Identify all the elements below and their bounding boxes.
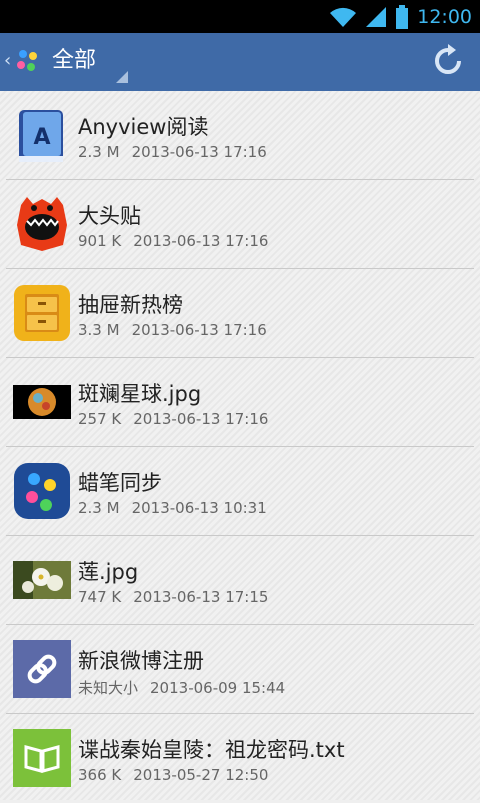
file-meta: 366 K 2013-05-27 12:50 [78, 766, 268, 784]
battery-icon [396, 4, 409, 29]
file-meta: 未知大小 2013-06-09 15:44 [78, 677, 285, 698]
list-item[interactable]: 谍战秦始皇陵：祖龙密码.txt 366 K 2013-05-27 12:50 [0, 714, 480, 803]
file-meta: 2.3 M 2013-06-13 17:16 [78, 143, 267, 161]
file-name: 斑斓星球.jpg [78, 382, 202, 406]
crayon-sync-icon [14, 463, 70, 519]
file-date: 2013-06-13 17:15 [133, 588, 269, 606]
file-name: 蜡笔同步 [78, 471, 162, 495]
list-item[interactable]: 大头贴 901 K 2013-06-13 17:16 [0, 180, 480, 269]
status-time: 12:00 [417, 5, 472, 28]
file-date: 2013-06-13 17:16 [133, 232, 269, 250]
file-size: 747 K [78, 588, 122, 606]
link-icon [13, 640, 71, 698]
list-item[interactable]: 抽屉新热榜 3.3 M 2013-06-13 17:16 [0, 269, 480, 358]
file-meta: 747 K 2013-06-13 17:15 [78, 588, 268, 606]
page-title[interactable]: 全部 [52, 46, 96, 76]
red-monster-icon [17, 197, 67, 251]
wifi-icon [330, 7, 357, 27]
file-date: 2013-06-13 17:16 [131, 143, 267, 161]
file-date: 2013-06-13 17:16 [131, 321, 267, 339]
file-name: Anyview阅读 [78, 115, 209, 139]
file-date: 2013-06-13 10:31 [131, 499, 267, 517]
list-item[interactable]: 斑斓星球.jpg 257 K 2013-06-13 17:16 [0, 358, 480, 447]
file-meta: 901 K 2013-06-13 17:16 [78, 232, 268, 250]
file-date: 2013-06-13 17:16 [133, 410, 269, 428]
app-logo-icon [17, 50, 37, 71]
file-name: 莲.jpg [78, 560, 139, 584]
file-name: 谍战秦始皇陵：祖龙密码.txt [78, 738, 345, 762]
list-item[interactable]: 新浪微博注册 未知大小 2013-06-09 15:44 [0, 625, 480, 714]
refresh-icon[interactable] [430, 43, 466, 79]
flower-thumbnail [13, 561, 71, 599]
file-name: 抽屉新热榜 [78, 293, 183, 317]
action-bar: ‹ 全部 [0, 33, 480, 91]
list-item[interactable]: 蜡笔同步 2.3 M 2013-06-13 10:31 [0, 447, 480, 536]
file-size: 257 K [78, 410, 122, 428]
chevron-left-icon: ‹ [4, 50, 12, 71]
drawer-icon [14, 285, 70, 341]
list-item[interactable]: 莲.jpg 747 K 2013-06-13 17:15 [0, 536, 480, 625]
file-list: A Anyview阅读 2.3 M 2013-06-13 17:16 大头贴 90… [0, 91, 480, 800]
file-name: 新浪微博注册 [78, 649, 204, 673]
dropdown-caret-icon[interactable] [116, 71, 128, 83]
file-size: 未知大小 [78, 679, 139, 697]
file-size: 901 K [78, 232, 122, 250]
file-size: 2.3 M [78, 143, 120, 161]
file-date: 2013-05-27 12:50 [133, 766, 269, 784]
list-item[interactable]: A Anyview阅读 2.3 M 2013-06-13 17:16 [0, 91, 480, 180]
file-size: 3.3 M [78, 321, 120, 339]
file-name: 大头贴 [78, 204, 141, 228]
open-book-icon [13, 729, 71, 787]
file-meta: 3.3 M 2013-06-13 17:16 [78, 321, 267, 339]
anyview-book-icon: A [19, 110, 63, 162]
file-size: 2.3 M [78, 499, 120, 517]
status-bar: 12:00 [0, 0, 480, 33]
file-size: 366 K [78, 766, 122, 784]
svg-text:A: A [33, 125, 50, 150]
signal-icon [366, 6, 387, 27]
planet-thumbnail [13, 385, 71, 419]
file-meta: 257 K 2013-06-13 17:16 [78, 410, 268, 428]
file-date: 2013-06-09 15:44 [150, 679, 286, 697]
home-up-button[interactable]: ‹ [0, 33, 48, 91]
file-meta: 2.3 M 2013-06-13 10:31 [78, 499, 267, 517]
